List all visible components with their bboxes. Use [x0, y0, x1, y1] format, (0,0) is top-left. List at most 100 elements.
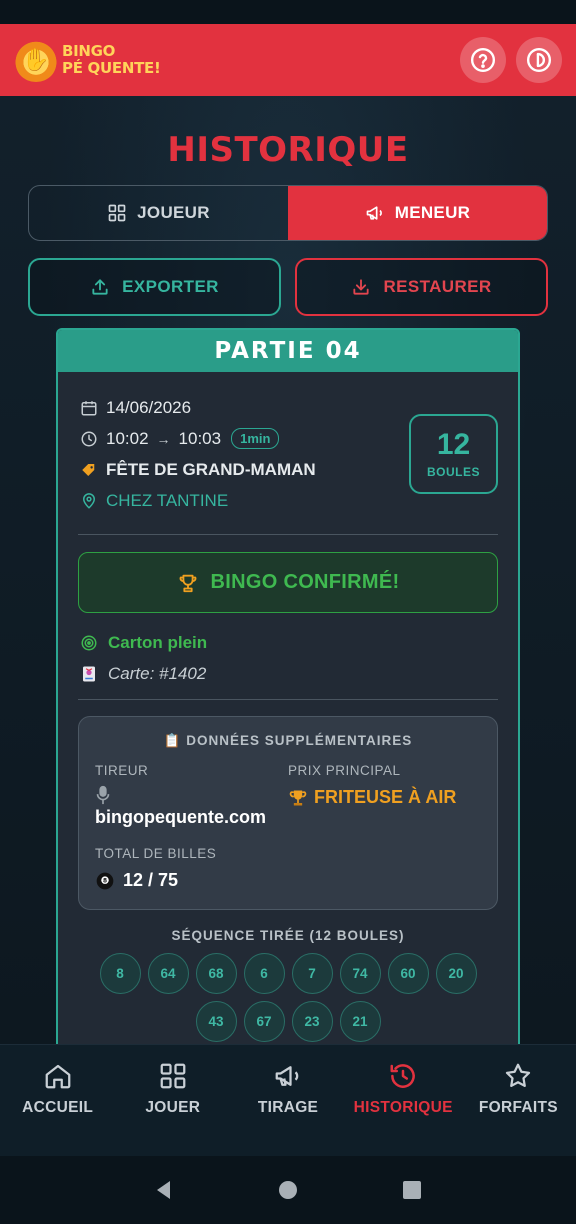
recents-icon[interactable] — [401, 1179, 423, 1201]
grid-icon — [108, 204, 126, 222]
history-actions: EXPORTER RESTAURER — [28, 258, 548, 316]
tag-icon — [82, 463, 95, 476]
mode-option-meneur[interactable]: MENEUR — [288, 186, 547, 240]
start-time: 10:02 — [106, 428, 149, 448]
drawn-ball: 43 — [195, 1001, 237, 1042]
mode-option-joueur[interactable]: JOUEUR — [29, 186, 288, 240]
nav-label: HISTORIQUE — [353, 1099, 453, 1116]
game-info: 14/06/2026 10:02 → 10:03 1min FÊTE DE GR… — [58, 372, 518, 534]
location: CHEZ TANTINE — [106, 490, 229, 510]
game-card: PARTIE 04 14/06/2026 10:02 → 10:03 1min — [56, 328, 520, 1044]
drawn-ball: 68 — [195, 953, 237, 994]
power-icon — [526, 47, 552, 73]
nav-item-forfaits[interactable]: FORFAITS — [461, 1061, 576, 1156]
card-number-row: Carte: #1402 — [80, 658, 496, 689]
history-icon — [390, 1064, 416, 1088]
total-value: 12 / 75 — [123, 870, 179, 890]
back-icon[interactable] — [153, 1179, 175, 1201]
bingo-confirmed-banner: BINGO CONFIRMÉ! — [78, 552, 498, 613]
star-icon — [506, 1063, 531, 1087]
time-arrow: → — [156, 430, 171, 447]
drawn-ball: 67 — [243, 1001, 285, 1042]
drawn-ball: 7 — [291, 953, 333, 994]
divider — [78, 699, 498, 700]
card-number: Carte: #1402 — [108, 663, 207, 683]
logo-line-2: PÉ QUENTE! — [62, 59, 161, 77]
caller-label: TIREUR — [95, 763, 149, 778]
svg-text:8: 8 — [103, 878, 107, 884]
prize-label: PRIX PRINCIPAL — [288, 763, 401, 778]
status-bar — [0, 0, 576, 24]
app-bar: ✋ BINGO PÉ QUENTE! — [0, 24, 576, 96]
balls-count: 12 — [436, 428, 471, 461]
win-details: Carton plein Carte: #1402 — [58, 613, 518, 699]
upload-icon — [92, 279, 108, 295]
duration-badge: 1min — [231, 428, 280, 449]
download-icon — [353, 279, 370, 295]
bottom-navigation: ACCUEIL JOUER TIRAGE HISTORIQUE FORFAITS — [0, 1044, 576, 1156]
app-bar-actions — [460, 37, 562, 83]
mode-toggle: JOUEUR MENEUR — [28, 185, 548, 241]
flame-foot-icon: ✋ — [14, 38, 58, 82]
export-button[interactable]: EXPORTER — [28, 258, 281, 316]
sequence-title: SÉQUENCE TIRÉE (12 BOULES) — [171, 928, 405, 943]
nav-item-jouer[interactable]: JOUER — [115, 1061, 230, 1156]
main-content: HISTORIQUE JOUEUR MENEUR EXPORTER RESTAU… — [0, 96, 576, 1044]
win-type: Carton plein — [108, 632, 208, 652]
prize-field: PRIX PRINCIPAL FRITEUSE À AIR — [288, 763, 481, 828]
drawn-ball: 21 — [339, 1001, 381, 1042]
app-logo[interactable]: ✋ BINGO PÉ QUENTE! — [14, 38, 161, 82]
microphone-icon — [95, 785, 288, 805]
question-circle-icon — [470, 47, 496, 73]
extra-data-title-text: DONNÉES SUPPLÉMENTAIRES — [186, 733, 413, 748]
megaphone-icon — [366, 206, 382, 220]
prize-value-row: FRITEUSE À AIR — [288, 787, 481, 808]
page-title: HISTORIQUE — [167, 130, 409, 170]
extra-data-panel: 📋 DONNÉES SUPPLÉMENTAIRES TIREUR bingope… — [78, 716, 498, 910]
clock-icon — [81, 431, 97, 446]
game-date: 14/06/2026 — [106, 397, 192, 417]
end-time: 10:03 — [178, 428, 222, 448]
nav-label: ACCUEIL — [22, 1099, 94, 1116]
total-field: TOTAL DE BILLES 8 12 / 75 — [95, 846, 481, 891]
home-circle-icon[interactable] — [277, 1179, 299, 1201]
balls-count-box: 12 BOULES — [409, 414, 498, 494]
trophy-icon — [179, 574, 196, 592]
total-label: TOTAL DE BILLES — [95, 846, 217, 861]
win-type-row: Carton plein — [80, 627, 496, 658]
home-icon — [45, 1064, 70, 1089]
drawn-ball: 64 — [147, 953, 189, 994]
help-button[interactable] — [460, 37, 506, 83]
system-navigation-bar — [0, 1156, 576, 1224]
restore-label: RESTAURER — [383, 277, 492, 296]
trophy-icon — [289, 790, 307, 805]
prize-value: FRITEUSE À AIR — [314, 787, 457, 807]
drawn-ball: 6 — [243, 953, 285, 994]
drawn-sequence: 8 64 68 6 7 74 60 20 43 67 23 21 — [98, 953, 478, 1042]
nav-item-historique[interactable]: HISTORIQUE — [346, 1061, 461, 1156]
nav-item-accueil[interactable]: ACCUEIL — [0, 1061, 115, 1156]
balls-label: BOULES — [426, 465, 480, 479]
drawn-ball: 20 — [435, 953, 477, 994]
nav-label: JOUER — [145, 1099, 201, 1116]
drawn-ball: 8 — [99, 953, 141, 994]
logo-text: BINGO PÉ QUENTE! — [62, 43, 161, 77]
clipboard-icon: 📋 — [163, 733, 187, 748]
nav-item-tirage[interactable]: TIRAGE — [230, 1061, 345, 1156]
drawn-ball: 60 — [387, 953, 429, 994]
logo-line-1: BINGO — [62, 42, 116, 60]
eight-ball-icon: 8 — [96, 872, 114, 889]
restore-button[interactable]: RESTAURER — [295, 258, 548, 316]
total-value-row: 8 12 / 75 — [95, 870, 481, 891]
event-name: FÊTE DE GRAND-MAMAN — [106, 459, 316, 479]
mode-option-label: MENEUR — [394, 203, 471, 222]
power-button[interactable] — [516, 37, 562, 83]
mode-option-label: JOUEUR — [137, 203, 210, 222]
grid-icon — [160, 1063, 186, 1089]
export-label: EXPORTER — [122, 277, 219, 296]
nav-label: FORFAITS — [478, 1099, 558, 1116]
target-icon — [81, 635, 97, 650]
bingo-confirmed-label: BINGO CONFIRMÉ! — [210, 571, 400, 593]
drawn-ball: 74 — [339, 953, 381, 994]
caller-value: bingopequente.com — [95, 807, 266, 827]
